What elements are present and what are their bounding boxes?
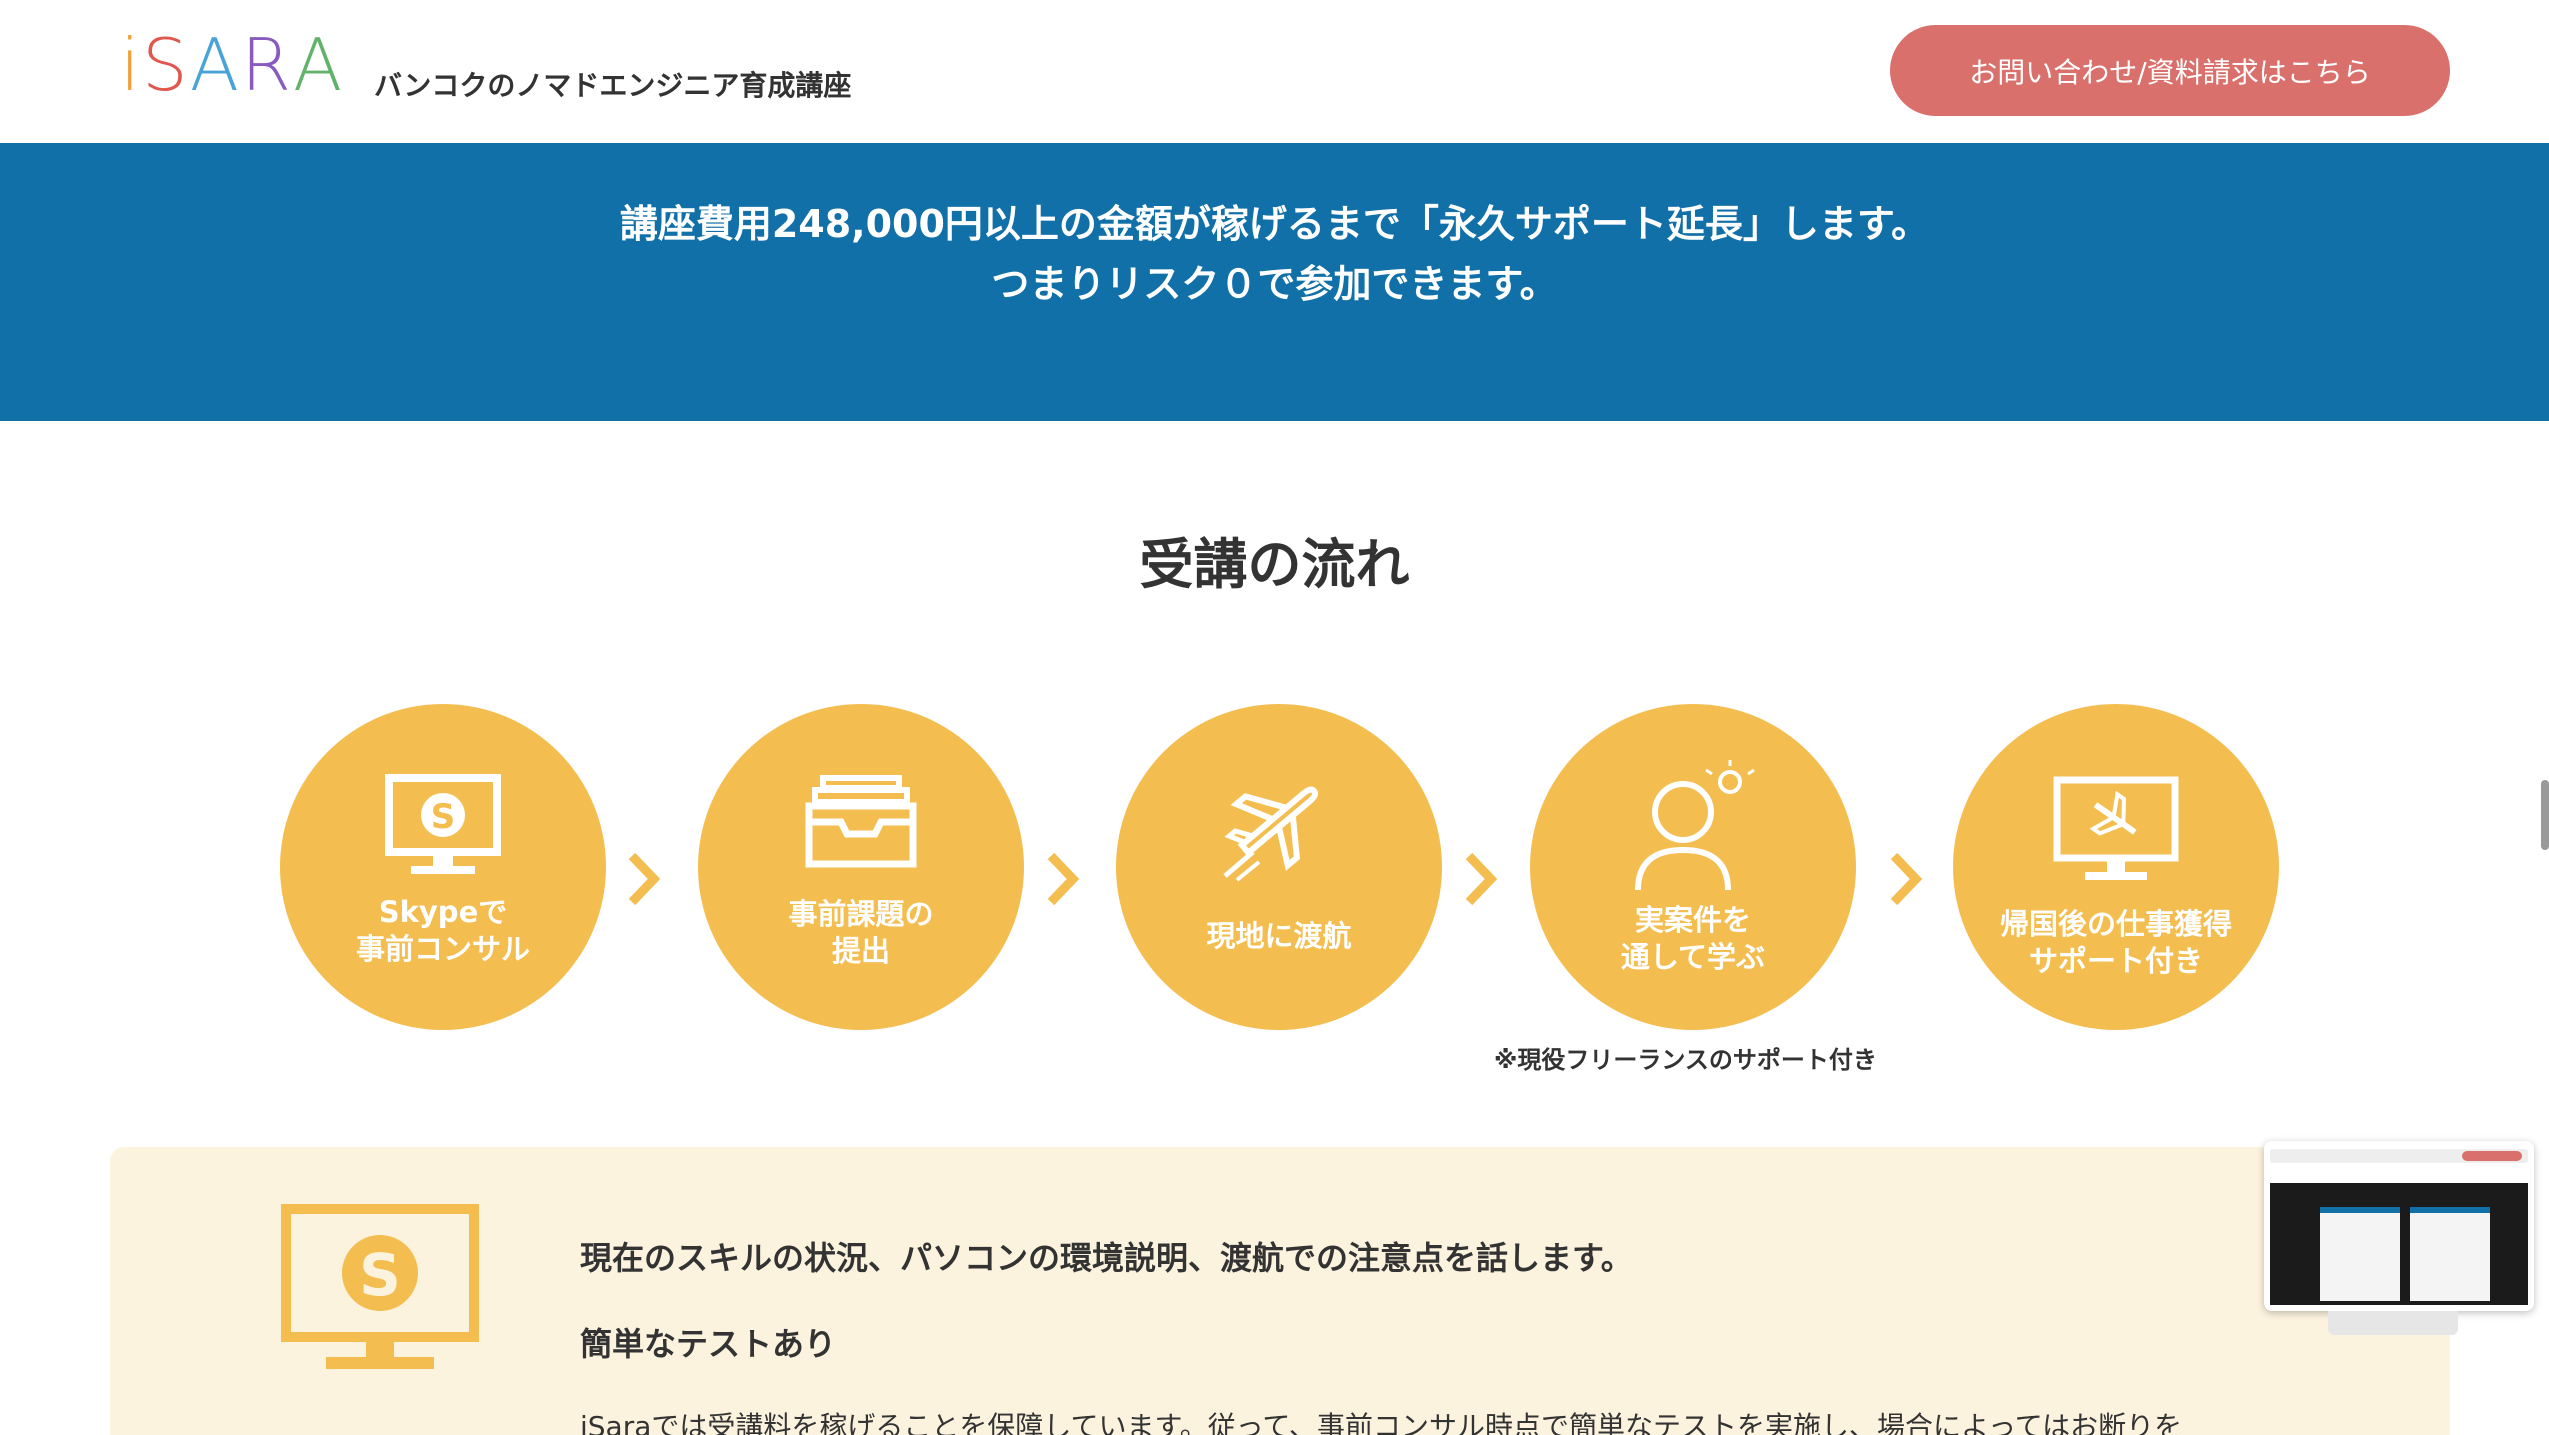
logo-text: iSARA [120, 23, 345, 107]
scrollbar-handle[interactable] [2541, 780, 2549, 850]
chevron-right-icon [1890, 852, 1923, 906]
site-tagline: バンコクのノマドエンジニア育成講座 [374, 69, 852, 102]
site-header: iSARA バンコクのノマドエンジニア育成講座 お問い合わせ/資料請求はこちら [0, 0, 2549, 143]
svg-text:S: S [431, 797, 456, 837]
chevron-right-icon [1047, 852, 1080, 906]
chevron-right-icon [628, 852, 661, 906]
thumbnail-panel [2410, 1213, 2490, 1301]
thumbnail-panel [2320, 1213, 2400, 1301]
thumbnail-cta [2462, 1151, 2522, 1161]
freelance-support-note: ※現役フリーランスのサポート付き [1494, 1046, 1877, 1074]
guarantee-banner: 講座費用248,000円以上の金額が稼げるまで「永久サポート延長」します。 つま… [0, 143, 2549, 421]
banner-line-2: つまりリスク０で参加できます。 [991, 262, 1558, 306]
isara-logo[interactable]: iSARA [120, 23, 360, 107]
detail-guarantee-text: iSaraでは受講料を稼げることを保障しています。従って、事前コンサル時点で簡単… [580, 1410, 2183, 1435]
monitor-airplane-icon [2053, 776, 2179, 880]
banner-line-1: 講座費用248,000円以上の金額が稼げるまで「永久サポート延長」します。 [619, 202, 1930, 246]
skype-monitor-icon: S [385, 774, 501, 874]
detail-test-note: 簡単なテストあり [580, 1325, 837, 1363]
person-idea-icon [1635, 760, 1755, 891]
step-label: 帰国後の仕事獲得 サポート付き [1999, 907, 2232, 978]
step-real-projects: 実案件を 通して学ぶ [1530, 704, 1856, 1030]
step-label: 実案件を 通して学ぶ [1620, 903, 1766, 974]
step-detail-card: S 現在のスキルの状況、パソコンの環境説明、渡航での注意点を話します。 簡単なテ… [110, 1147, 2450, 1435]
flow-section-title: 受講の流れ [1139, 533, 1410, 596]
chevron-right-icon [1465, 852, 1498, 906]
thumbnail-stand [2328, 1311, 2458, 1335]
contact-request-button[interactable]: お問い合わせ/資料請求はこちら [1890, 25, 2450, 116]
detail-description: 現在のスキルの状況、パソコンの環境説明、渡航での注意点を話します。 [580, 1239, 1633, 1277]
airplane-icon [1223, 786, 1319, 882]
skype-monitor-icon: S [281, 1204, 479, 1369]
step-pre-assignment: 事前課題の 提出 [698, 704, 1024, 1030]
thumbnail-body [2270, 1183, 2528, 1305]
floating-video-thumbnail[interactable] [2264, 1141, 2534, 1311]
inbox-tray-icon [805, 775, 917, 868]
step-label: Skypeで 事前コンサル [355, 895, 530, 966]
step-label: 現地に渡航 [1206, 919, 1352, 953]
step-skype-consult: S Skypeで 事前コンサル [280, 704, 606, 1030]
step-travel: 現地に渡航 [1116, 704, 1442, 1030]
step-label: 事前課題の 提出 [788, 897, 934, 968]
svg-text:S: S [359, 1241, 401, 1309]
step-job-support: 帰国後の仕事獲得 サポート付き [1953, 704, 2279, 1030]
